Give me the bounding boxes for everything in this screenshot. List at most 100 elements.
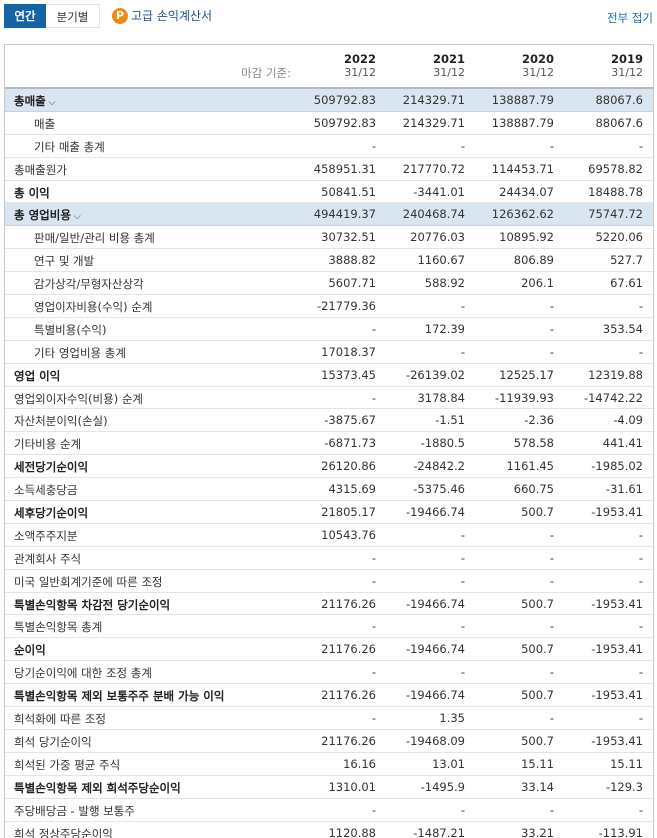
cell-value: -19466.74	[405, 642, 465, 657]
cell-value: -	[371, 711, 376, 726]
row-label-text: 특별비용(수익)	[34, 322, 107, 337]
cell-value: 18488.78	[588, 184, 643, 199]
row-label-text: 총매출원가	[14, 162, 67, 177]
row-label: 연구 및 개발	[34, 253, 94, 269]
row-label-text: 희석 당기순이익	[14, 734, 92, 749]
cell-value: -	[549, 665, 554, 680]
cell-value: 50841.51	[321, 184, 376, 199]
row-label-text: 희석 정상주당순이익	[14, 826, 113, 838]
cell-value: 3178.84	[417, 390, 465, 405]
cell-value: 1160.67	[417, 253, 465, 268]
cell-value: -	[549, 619, 554, 634]
row-label: 희석화에 따른 조정	[14, 711, 106, 727]
cell-value: 660.75	[513, 482, 554, 497]
cell-value: -	[638, 527, 643, 542]
cell-value: 578.58	[513, 436, 554, 451]
advanced-income-statement-link[interactable]: 고급 손익계산서	[131, 6, 212, 26]
row-label: 관계회사 주식	[14, 551, 81, 567]
cell-value: 214329.71	[402, 115, 465, 130]
table-row: 주당배당금 - 발행 보통주 - - - -	[5, 799, 653, 822]
cell-value: 500.7	[521, 733, 554, 748]
cell-value: -	[549, 299, 554, 314]
premium-p-icon[interactable]: P	[112, 8, 128, 24]
table-row: 당기순이익에 대한 조정 총계 - - - -	[5, 661, 653, 685]
row-label-text: 감가상각/무형자산상각	[34, 277, 144, 292]
cell-value: 15.11	[610, 756, 643, 771]
table-row: 미국 일반회계기준에 따른 조정 - - - -	[5, 570, 653, 593]
row-label-text: 희석된 가중 평균 주식	[14, 757, 121, 772]
collapse-all-link[interactable]: 전부 접기	[607, 10, 653, 26]
chevron-down-icon[interactable]: ⌵	[49, 98, 56, 108]
cell-value: -	[371, 665, 376, 680]
cell-value: 12525.17	[499, 367, 554, 382]
cell-value: -19466.74	[405, 505, 465, 520]
table-row: 희석화에 따른 조정 - 1.35 - -	[5, 707, 653, 730]
cell-value: 3888.82	[328, 253, 376, 268]
table-row: 특별손익항목 총계 - - - -	[5, 615, 653, 639]
cell-value: 75747.72	[588, 207, 643, 222]
cell-value: -1880.5	[420, 436, 465, 451]
table-row: 소액주주지분 10543.76 - - -	[5, 524, 653, 547]
cell-value: 20776.03	[410, 230, 465, 245]
chevron-down-icon[interactable]: ⌵	[74, 212, 81, 222]
cell-value: -	[549, 344, 554, 359]
cell-value: -11939.93	[494, 390, 554, 405]
row-label-text: 미국 일반회계기준에 따른 조정	[14, 574, 163, 589]
cell-value: -	[460, 665, 465, 680]
cell-value: -	[549, 573, 554, 588]
table-row: 특별손익항목 제외 희석주당순이익 1310.01 -1495.9 33.14 -129…	[5, 776, 653, 799]
table-row: 특별손익항목 차감전 당기순이익 21176.26 -19466.74 500.7 -1…	[5, 593, 653, 616]
row-label: 세전당기순이익	[14, 459, 88, 475]
cell-value: 527.7	[610, 253, 643, 268]
cell-value: 353.54	[602, 321, 643, 336]
cell-value: 33.21	[521, 825, 554, 838]
row-label: 총 영업비용 ⌵	[14, 207, 81, 223]
cell-value: 67.61	[610, 276, 643, 291]
row-label: 특별손익항목 차감전 당기순이익	[14, 597, 170, 613]
column-header: 2020 31/12	[464, 53, 554, 80]
table-row: 순이익 21176.26 -19466.74 500.7 -1953.41	[5, 638, 653, 662]
table-header: 마감 기준: 2022 31/12 2021 31/12 2020 31/12 …	[5, 45, 653, 89]
income-statement-table: 마감 기준: 2022 31/12 2021 31/12 2020 31/12 …	[4, 44, 654, 838]
row-label-text: 총 영업비용	[14, 208, 71, 223]
cell-value: -	[460, 802, 465, 817]
row-label-text: 세후당기순이익	[14, 506, 89, 521]
cell-value: -	[549, 321, 554, 336]
cell-value: -	[638, 619, 643, 634]
cell-value: -	[638, 550, 643, 565]
column-year: 2019	[610, 52, 643, 66]
row-label: 소액주주지분	[14, 528, 77, 544]
cell-value: 806.89	[513, 253, 554, 268]
cell-value: -	[460, 138, 465, 153]
cell-value: -113.91	[598, 825, 643, 838]
row-label: 영업외이자수익(비용) 순계	[14, 391, 143, 407]
table-row: 특별손익항목 제외 보통주주 분배 가능 이익 21176.26 -19466.74…	[5, 684, 653, 708]
table-row: 판매/일반/관리 비용 총계 30732.51 20776.03 10895.92 52…	[5, 226, 653, 250]
table-row: 희석된 가중 평균 주식 16.16 13.01 15.11 15.11	[5, 753, 653, 776]
cell-value: 5607.71	[328, 276, 376, 291]
cell-value: -	[638, 711, 643, 726]
column-date: 31/12	[522, 66, 554, 79]
row-label: 기타 매출 총계	[34, 139, 105, 155]
table-section-row[interactable]: 총매출 ⌵ 509792.83 214329.71 138887.79 88067.6	[5, 89, 653, 112]
tab-quarterly[interactable]: 분기별	[46, 4, 100, 28]
row-label: 특별손익항목 총계	[14, 619, 102, 635]
cell-value: 88067.6	[595, 93, 643, 107]
cell-value: 30732.51	[321, 230, 376, 245]
row-label: 희석 정상주당순이익	[14, 826, 113, 838]
table-row: 기타비용 순계 -6871.73 -1880.5 578.58 441.41	[5, 432, 653, 456]
row-label: 자산처분이익(손실)	[14, 413, 108, 429]
table-section-row[interactable]: 총 영업비용 ⌵ 494419.37 240468.74 126362.62 75747.…	[5, 203, 653, 227]
row-label: 총매출원가	[14, 162, 67, 178]
row-label: 영업 이익	[14, 368, 60, 384]
tab-annual[interactable]: 연간	[4, 4, 46, 28]
cell-value: -	[460, 299, 465, 314]
column-header: 2022 31/12	[286, 53, 376, 80]
cell-value: -	[371, 550, 376, 565]
cell-value: 17018.37	[321, 344, 376, 359]
row-label: 특별손익항목 제외 보통주주 분배 가능 이익	[14, 688, 224, 704]
cell-value: 33.14	[521, 779, 554, 794]
table-row: 총 이익 50841.51 -3441.01 24434.07 18488.78	[5, 181, 653, 204]
cell-value: 88067.6	[595, 115, 643, 130]
row-label-text: 연구 및 개발	[34, 254, 95, 269]
